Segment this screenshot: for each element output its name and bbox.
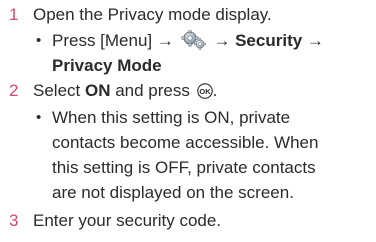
step-text: Select ON and press OK . — [33, 79, 217, 103]
svg-text:OK: OK — [199, 87, 211, 96]
gear-icon — [181, 29, 207, 50]
menu-path-line-1: Press [Menu] → → Security → — [52, 29, 324, 53]
step-1-bullet: • Press [Menu] → → Security → Privacy Mo… — [36, 29, 372, 79]
ok-key-icon: OK — [196, 82, 213, 99]
menu-path-line-2: Privacy Mode — [52, 54, 162, 78]
menu-privacy-mode: Privacy Mode — [52, 56, 162, 75]
note-line: When this setting is ON, private — [52, 108, 291, 127]
arrow: → — [213, 31, 231, 50]
arrow: → — [306, 31, 324, 50]
step-text-suffix: . — [212, 81, 218, 100]
step-text-prefix: Select — [33, 81, 85, 100]
bullet-dot: • — [36, 109, 42, 126]
step-text: Open the Privacy mode display. — [33, 5, 272, 24]
note-line: are not displayed on the screen. — [52, 183, 294, 202]
step-text-mid: and press — [110, 81, 195, 100]
note-line: contacts become accessible. When — [52, 133, 319, 152]
bullet-dot: • — [36, 32, 42, 49]
step-text: Enter your security code. — [33, 211, 222, 230]
step-2-bullet: • When this setting is ON, private conta… — [36, 106, 372, 206]
step-number: 1 — [9, 5, 19, 24]
step-number: 3 — [9, 211, 19, 230]
instruction-page: 1 Open the Privacy mode display. • Press… — [0, 0, 376, 242]
note-line: this setting is OFF, private contacts — [52, 158, 316, 177]
step-number: 2 — [9, 81, 19, 100]
menu-security: Security — [235, 31, 303, 50]
arrow: → — [156, 31, 174, 50]
menu-press-text: Press [Menu] — [52, 31, 153, 50]
option-on: ON — [84, 81, 111, 100]
